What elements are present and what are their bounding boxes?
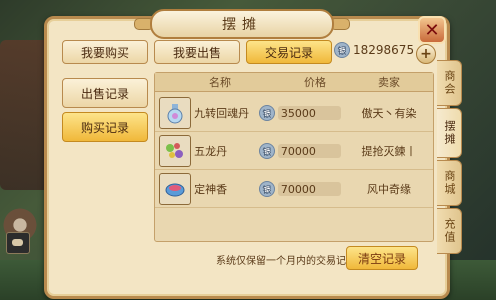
item-name: 定神香: [194, 183, 228, 196]
tab-sell[interactable]: 我要出售: [154, 40, 240, 64]
side-tab-stall[interactable]: 摆摊: [437, 108, 462, 158]
item-name: 五龙丹: [194, 145, 228, 158]
item-price: 银 70000: [253, 143, 345, 159]
menu-buy-records[interactable]: 购买记录: [62, 112, 148, 142]
side-tab-shop[interactable]: 商城: [437, 160, 462, 206]
header-seller: 卖家: [378, 76, 400, 89]
plus-icon: +: [420, 46, 432, 62]
currency-display: 银 18298675: [334, 42, 414, 58]
table-row[interactable]: 九转回魂丹 银 35000 傲天丶有染: [155, 95, 433, 132]
side-tab-chamber[interactable]: 商会: [437, 60, 462, 106]
tab-buy[interactable]: 我要购买: [62, 40, 148, 64]
table-row[interactable]: 五龙丹 银 70000 提抢灭鍊丨: [155, 133, 433, 170]
chat-icon[interactable]: [6, 232, 30, 254]
table-row[interactable]: 定神香 银 70000 风中奇缘: [155, 171, 433, 208]
seller-name: 提抢灭鍊丨: [361, 145, 417, 158]
table-header: 名称 价格 卖家: [155, 73, 433, 92]
silver-coin-icon: 银: [258, 181, 275, 197]
pills-icon: [158, 135, 191, 167]
header-price: 价格: [304, 76, 326, 89]
currency-amount: 18298675: [353, 43, 415, 57]
clear-records-button[interactable]: 清空记录: [346, 246, 418, 270]
potion-bottle-icon: [158, 97, 191, 129]
header-name: 名称: [209, 76, 231, 89]
item-price: 银 70000: [253, 181, 345, 197]
item-name: 九转回魂丹: [194, 107, 250, 120]
incense-bowl-icon: [158, 173, 191, 205]
seller-name: 风中奇缘: [366, 183, 411, 196]
add-currency-button[interactable]: +: [416, 44, 436, 64]
retention-note: 系统仅保留一个月内的交易记录: [216, 256, 356, 267]
close-button[interactable]: ✕: [418, 16, 446, 44]
item-price: 银 35000: [253, 105, 345, 121]
silver-coin-icon: 银: [258, 105, 275, 121]
records-table: 名称 价格 卖家 九转回魂丹 银 35000 傲天丶有染 五龙丹 银 70000…: [154, 72, 434, 242]
silver-coin-icon: 银: [334, 42, 350, 58]
window-title: 摆摊: [150, 9, 334, 39]
tab-trade-records[interactable]: 交易记录: [246, 40, 332, 64]
silver-coin-icon: 银: [258, 143, 275, 159]
menu-sell-records[interactable]: 出售记录: [62, 78, 148, 108]
side-tab-recharge[interactable]: 充值: [437, 208, 462, 254]
close-icon: ✕: [424, 19, 440, 41]
seller-name: 傲天丶有染: [361, 107, 417, 120]
